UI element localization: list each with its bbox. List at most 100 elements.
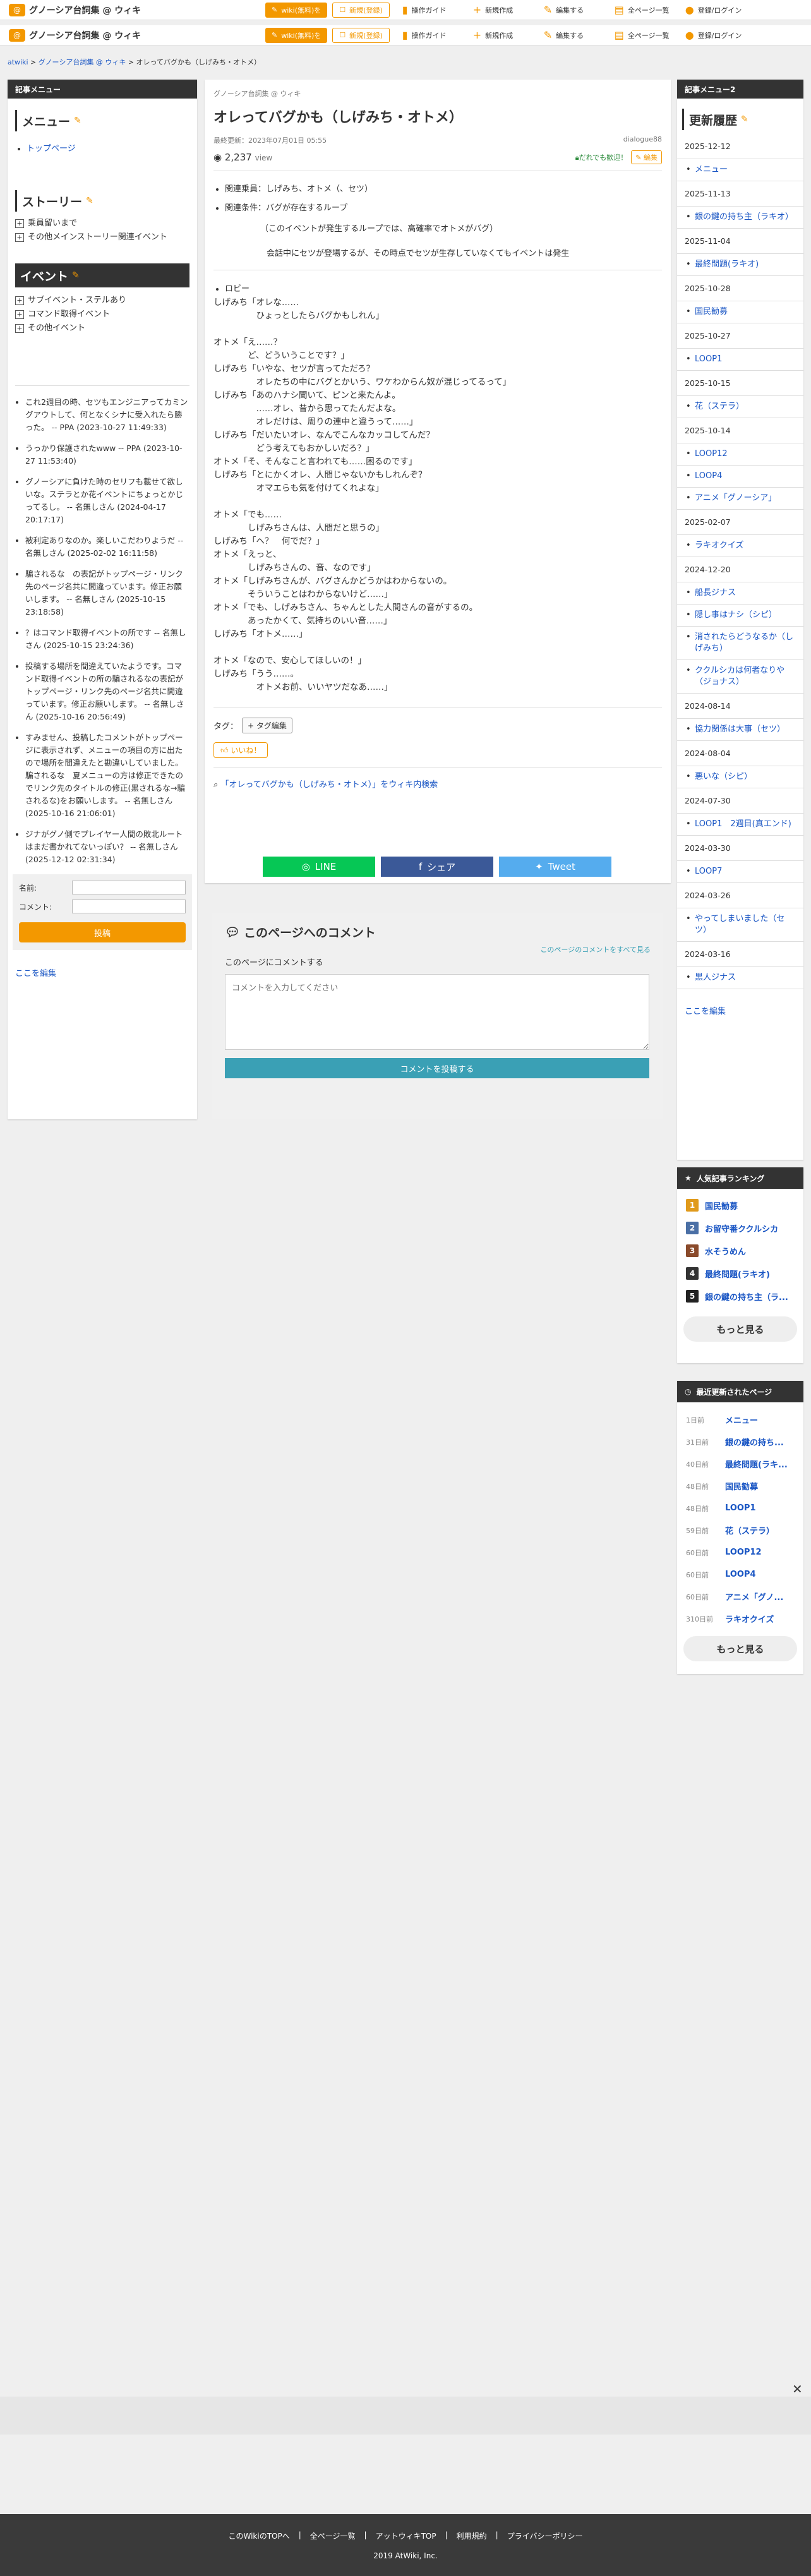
breadcrumb-root[interactable]: atwiki	[8, 58, 28, 66]
nav-edit[interactable]: ✎ 編集する	[544, 4, 615, 16]
history-item[interactable]: 協力関係は大事（セツ）	[677, 719, 803, 741]
tree-item[interactable]: + サブイベント・ステルあり	[15, 294, 189, 308]
line-share-button[interactable]: ◎ LINE	[263, 857, 375, 877]
recent-item[interactable]: 1日前 メニュー	[677, 1409, 803, 1431]
history-item[interactable]: 国民勧募	[677, 301, 803, 323]
expand-icon[interactable]: +	[15, 323, 24, 333]
history-item[interactable]: 悪いな（シピ）	[677, 766, 803, 788]
ranking-item[interactable]: 1 国民勧募	[677, 1194, 803, 1217]
edit-pencil-icon[interactable]: ✎	[86, 196, 93, 206]
nav-new-page[interactable]: + 新規作成	[473, 29, 544, 41]
submit-comment-button[interactable]: コメントを投稿する	[225, 1058, 649, 1078]
user-icon: ●	[685, 4, 694, 16]
site-logo[interactable]: @ グノーシア台詞集 @ ウィキ	[0, 3, 265, 16]
nav-all-pages[interactable]: ▤ 全ページ一覧	[615, 29, 685, 41]
recent-item[interactable]: 60日前 LOOP12	[677, 1541, 803, 1563]
history-item[interactable]: アニメ「グノーシア」	[677, 488, 803, 510]
wiki-icon: ✎	[272, 6, 278, 14]
history-item[interactable]: 船長ジナス	[677, 582, 803, 605]
history-item[interactable]: 銀の鍵の持ち主（ラキオ）	[677, 207, 803, 229]
tree-item[interactable]: + 乗員留いまで	[15, 217, 189, 231]
expand-icon[interactable]: +	[15, 296, 24, 305]
edit-right-menu-link[interactable]: ここを編集	[685, 1007, 726, 1016]
menu-link[interactable]: トップページ	[27, 144, 76, 153]
favorite-badge[interactable]: 🔒︎だれでも歓迎！	[575, 152, 628, 162]
history-item[interactable]: 消されたらどうなるか（しげみち）	[677, 627, 803, 660]
recent-item[interactable]: 31日前 銀の鍵の持ち...	[677, 1431, 803, 1453]
dialogue-line: オトメ「そ、そんなこと言われても……困るのです」	[213, 457, 418, 467]
wiki-create-button[interactable]: ✎ wiki(無料)を	[265, 2, 328, 18]
history-item[interactable]: LOOP4	[677, 466, 803, 488]
footer-link[interactable]: プライバシーポリシー	[507, 2531, 583, 2541]
edit-button[interactable]: ✎ 編集	[631, 150, 662, 164]
history-item[interactable]: メニュー	[677, 159, 803, 181]
ranking-more-button[interactable]: もっと見る	[683, 1316, 797, 1342]
recent-item[interactable]: 40日前 最終問題(ラキ...	[677, 1453, 803, 1475]
nav-new-page[interactable]: + 新規作成	[473, 4, 544, 16]
wiki-search-link[interactable]: 「オレってバグかも（しげみち・オトメ）」をウィキ内検索	[220, 780, 438, 790]
edit-pencil-icon[interactable]: ✎	[741, 114, 748, 124]
history-item[interactable]: LOOP1	[677, 349, 803, 371]
nav-login[interactable]: ● 登録/ログイン	[685, 4, 756, 16]
facebook-share-button[interactable]: f シェア	[381, 857, 493, 877]
footer-link[interactable]: 利用規約	[457, 2531, 487, 2541]
dialogue-line: しげみち「あのハナシ聞いて、ピンと来たんよ。	[213, 390, 400, 400]
history-item[interactable]: 隠し事はナシ（シピ）	[677, 605, 803, 627]
recent-item[interactable]: 60日前 アニメ「グノ...	[677, 1586, 803, 1608]
tree-item[interactable]: + その他メインストーリー関連イベント	[15, 231, 189, 244]
post-button[interactable]: 投稿	[19, 922, 186, 942]
register-button[interactable]: ☐ 新規(登録)	[332, 27, 390, 43]
nav-guide[interactable]: ▮ 操作ガイド	[402, 4, 473, 16]
edit-pencil-icon[interactable]: ✎	[74, 116, 81, 126]
like-button[interactable]: 👍︎ いいね！	[213, 742, 268, 758]
history-item[interactable]: やってしまいました（セツ）	[677, 908, 803, 942]
nav-all-pages[interactable]: ▤ 全ページ一覧	[615, 4, 685, 16]
history-item[interactable]: 黒人ジナス	[677, 967, 803, 989]
dialogue-line: オトメ「しげみちさんが、バグさんかどうかはわからないの。	[213, 576, 452, 586]
name-input[interactable]	[72, 881, 186, 894]
recent-item[interactable]: 48日前 国民勧募	[677, 1475, 803, 1497]
ranking-item[interactable]: 3 水そうめん	[677, 1239, 803, 1262]
ranking-item[interactable]: 2 お留守番ククルシカ	[677, 1217, 803, 1239]
register-button[interactable]: ☐ 新規(登録)	[332, 2, 390, 18]
nav-login[interactable]: ● 登録/ログイン	[685, 29, 756, 41]
nav-edit[interactable]: ✎ 編集する	[544, 29, 615, 41]
twitter-share-button[interactable]: ✦ Tweet	[499, 857, 611, 877]
tree-item[interactable]: + コマンド取得イベント	[15, 308, 189, 322]
ranking-item[interactable]: 4 最終問題(ラキオ)	[677, 1262, 803, 1285]
all-comments-link[interactable]: このページのコメントをすべて見る	[540, 946, 651, 954]
wiki-create-button[interactable]: ✎ wiki(無料)を	[265, 27, 328, 43]
history-item[interactable]: LOOP12	[677, 443, 803, 466]
nav-guide[interactable]: ▮ 操作ガイド	[402, 29, 473, 41]
pencil-icon: ✎	[543, 4, 553, 16]
recent-item[interactable]: 310日前 ラキオクイズ	[677, 1608, 803, 1630]
recent-more-button[interactable]: もっと見る	[683, 1636, 797, 1661]
history-item[interactable]: LOOP1 2週目(真エンド)	[677, 814, 803, 836]
ranking-panel: ★ 人気記事ランキング 1 国民勧募 2 お留守番ククルシカ 3 水そうめん 4 最終問題(ラキ…	[677, 1167, 803, 1363]
rank-number: 1	[686, 1199, 699, 1212]
comment-input[interactable]	[72, 900, 186, 913]
footer-link[interactable]: このWikiのTOPへ	[229, 2531, 290, 2541]
breadcrumb-wiki[interactable]: グノーシア台詞集 @ ウィキ	[39, 58, 126, 66]
footer-link[interactable]: アットウィキTOP	[376, 2531, 436, 2541]
footer-link[interactable]: 全ページ一覧	[310, 2531, 356, 2541]
edit-left-menu-link[interactable]: ここを編集	[15, 969, 56, 978]
recent-item[interactable]: 48日前 LOOP1	[677, 1497, 803, 1519]
edit-pencil-icon[interactable]: ✎	[72, 270, 80, 280]
site-logo-sticky[interactable]: @ グノーシア台詞集 @ ウィキ	[0, 28, 265, 42]
expand-icon[interactable]: +	[15, 219, 24, 228]
recent-item[interactable]: 59日前 花（ステラ）	[677, 1519, 803, 1541]
ranking-item[interactable]: 5 銀の鍵の持ち主（ラ...	[677, 1285, 803, 1308]
history-item[interactable]: 最終問題(ラキオ)	[677, 254, 803, 276]
tree-item[interactable]: + その他イベント	[15, 322, 189, 335]
comment-textarea[interactable]	[225, 974, 649, 1050]
history-item[interactable]: 花（ステラ）	[677, 396, 803, 418]
expand-icon[interactable]: +	[15, 232, 24, 242]
expand-icon[interactable]: +	[15, 310, 24, 319]
history-item[interactable]: ククルシカは何者なりや（ジョナス）	[677, 660, 803, 694]
close-icon[interactable]: ✕	[792, 2381, 803, 2397]
recent-item[interactable]: 60日前 LOOP4	[677, 1563, 803, 1586]
history-item[interactable]: LOOP7	[677, 861, 803, 883]
history-item[interactable]: ラキオクイズ	[677, 535, 803, 557]
tag-edit-button[interactable]: + タグ編集	[242, 718, 292, 733]
